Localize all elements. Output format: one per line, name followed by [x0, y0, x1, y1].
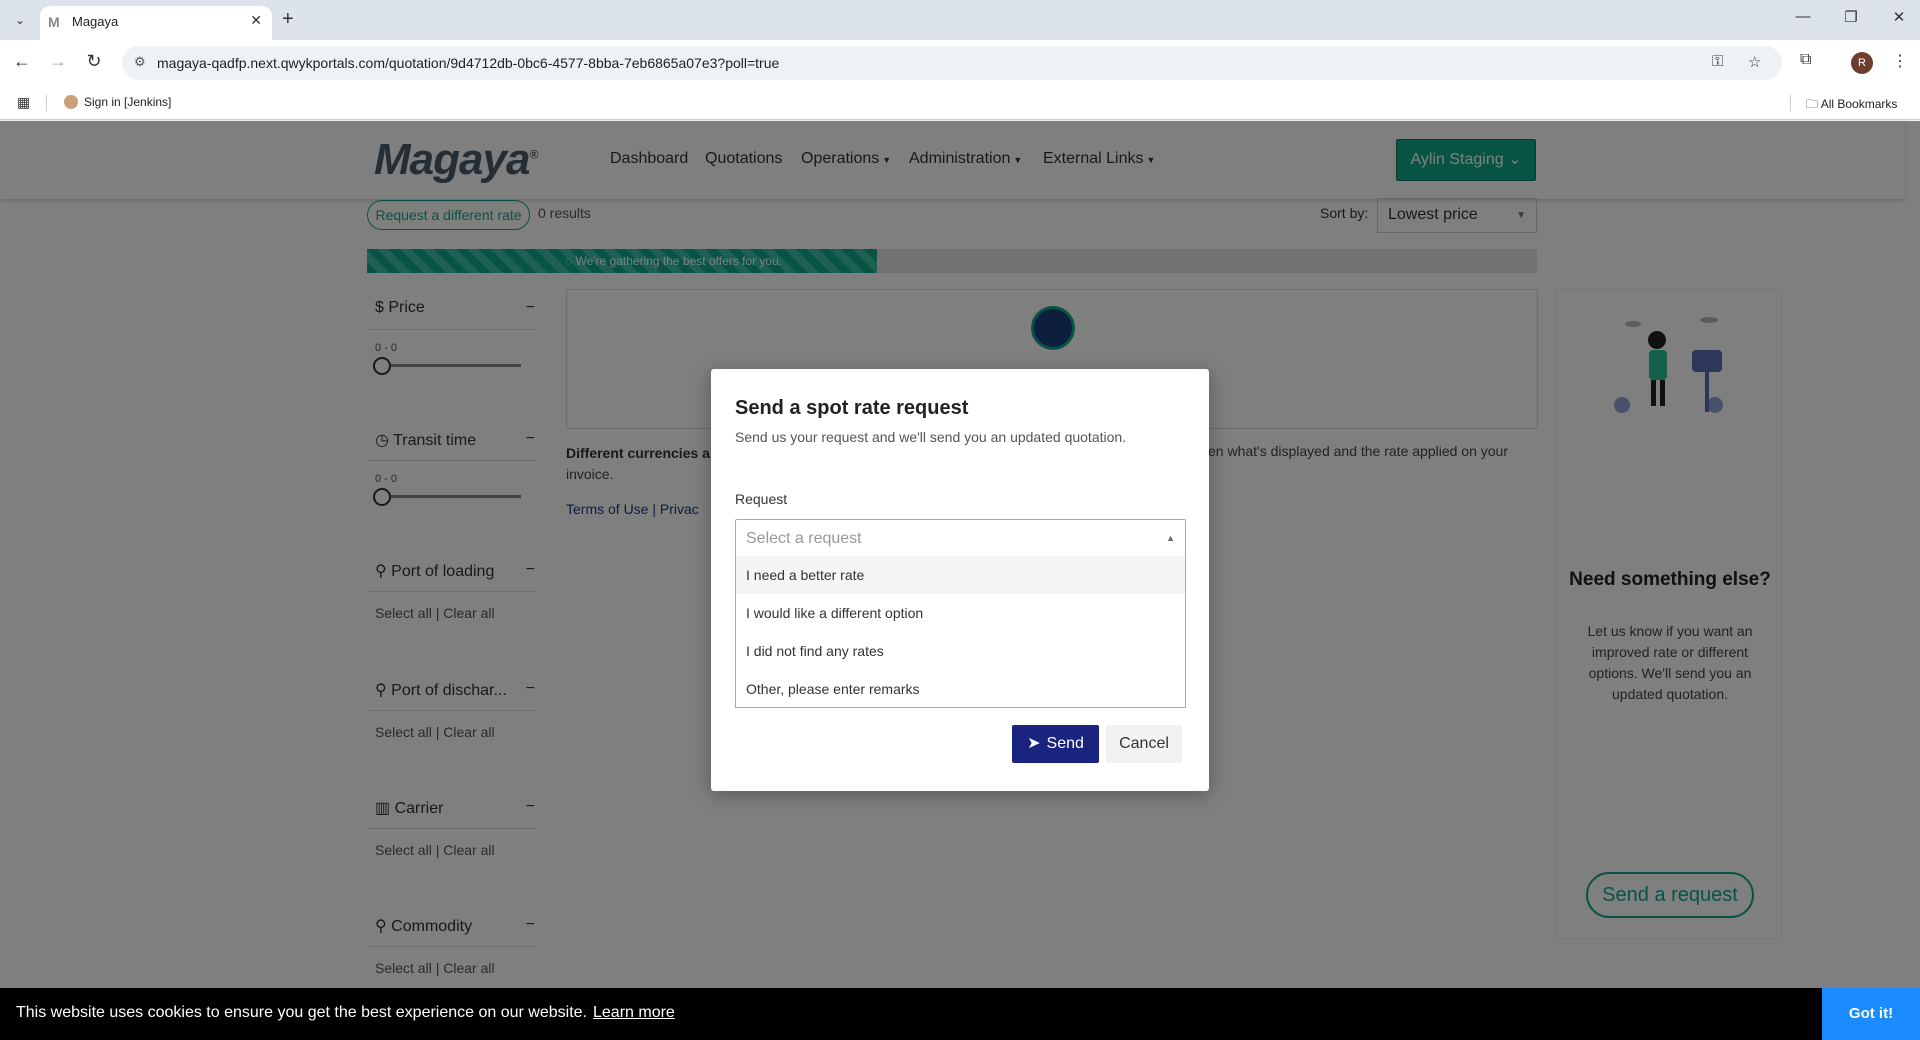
- browser-tab[interactable]: M Magaya ✕: [40, 6, 272, 40]
- extensions-icon[interactable]: ⧉: [1800, 51, 1811, 69]
- request-label: Request: [735, 491, 788, 507]
- jenkins-icon: [64, 95, 78, 109]
- bookmark-separator: [46, 95, 47, 111]
- tab-title: Magaya: [72, 14, 119, 29]
- minimize-icon[interactable]: —: [1788, 8, 1818, 25]
- cookie-message: This website uses cookies to ensure you …: [16, 1004, 675, 1022]
- cancel-button[interactable]: Cancel: [1106, 725, 1182, 763]
- bookmark-jenkins[interactable]: Sign in [Jenkins]: [64, 95, 171, 109]
- address-bar[interactable]: ⚙ magaya-qadfp.next.qwykportals.com/quot…: [122, 46, 1782, 80]
- folder-icon: 🗀: [1806, 97, 1821, 111]
- bookmark-label: Sign in [Jenkins]: [84, 95, 172, 109]
- request-option[interactable]: I need a better rate: [736, 556, 1185, 594]
- restore-icon[interactable]: ❐: [1836, 8, 1866, 26]
- new-tab-icon[interactable]: +: [282, 8, 294, 30]
- request-option[interactable]: Other, please enter remarks: [736, 670, 1185, 708]
- spot-rate-modal: Send a spot rate request Send us your re…: [711, 369, 1209, 791]
- bookmarks-bar: ▦ Sign in [Jenkins] 🗀 All Bookmarks: [0, 86, 1920, 120]
- modal-title: Send a spot rate request: [735, 397, 969, 419]
- bookmark-star-icon[interactable]: ☆: [1748, 53, 1761, 71]
- password-key-icon[interactable]: ⚿: [1712, 53, 1723, 70]
- paper-plane-icon: ➤: [1027, 735, 1041, 752]
- apps-grid-icon[interactable]: ▦: [17, 94, 30, 111]
- reload-icon[interactable]: ↻: [82, 51, 106, 72]
- url-text[interactable]: magaya-qadfp.next.qwykportals.com/quotat…: [157, 55, 779, 71]
- close-tab-icon[interactable]: ✕: [250, 12, 262, 29]
- cookie-text: This website uses cookies to ensure you …: [16, 1004, 587, 1021]
- browser-toolbar: ← → ↻ ⚙ magaya-qadfp.next.qwykportals.co…: [0, 40, 1920, 86]
- send-button[interactable]: ➤ Send: [1012, 725, 1099, 763]
- learn-more-link[interactable]: Learn more: [593, 1004, 675, 1021]
- menu-kebab-icon[interactable]: ⋮: [1892, 51, 1908, 71]
- site-info-icon[interactable]: ⚙: [134, 54, 146, 70]
- got-it-button[interactable]: Got it!: [1822, 988, 1920, 1040]
- request-option[interactable]: I did not find any rates: [736, 632, 1185, 670]
- profile-avatar[interactable]: R: [1851, 52, 1873, 74]
- request-options-list: I need a better rate I would like a diff…: [735, 556, 1186, 708]
- request-select[interactable]: Select a request ▲: [735, 519, 1186, 557]
- all-bookmarks[interactable]: 🗀 All Bookmarks: [1806, 95, 1897, 116]
- request-option[interactable]: I would like a different option: [736, 594, 1185, 632]
- bookmark-separator-right: [1790, 95, 1791, 111]
- forward-icon[interactable]: →: [46, 51, 70, 72]
- all-bookmarks-label: All Bookmarks: [1820, 97, 1898, 111]
- browser-tabbar: ⌄ M Magaya ✕ + — ❐ ✕: [0, 0, 1920, 40]
- back-icon[interactable]: ←: [10, 51, 34, 72]
- send-label: Send: [1046, 735, 1084, 752]
- request-placeholder: Select a request: [746, 530, 862, 547]
- close-window-icon[interactable]: ✕: [1884, 8, 1914, 26]
- modal-subtitle: Send us your request and we'll send you …: [735, 429, 1127, 445]
- tab-list-icon[interactable]: ⌄: [8, 8, 32, 32]
- cookie-banner: This website uses cookies to ensure you …: [0, 988, 1920, 1040]
- magaya-favicon-icon: M: [48, 14, 60, 30]
- caret-up-icon: ▲: [1166, 533, 1175, 543]
